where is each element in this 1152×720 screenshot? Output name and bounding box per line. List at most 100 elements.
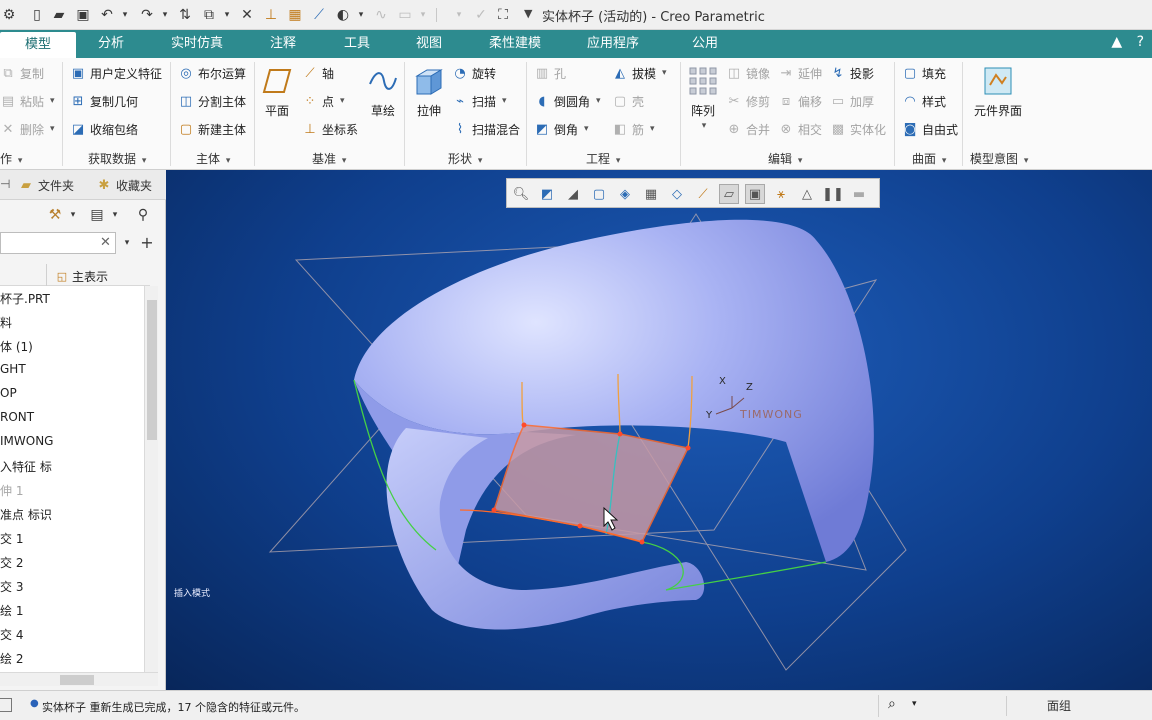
group-shapes-label[interactable]: 形状 ▾ [448, 150, 482, 167]
clear-search-icon[interactable]: ✕ [100, 235, 111, 250]
close-window-icon[interactable]: ✕ [238, 6, 256, 24]
tree-item[interactable]: 杯子.PRT [0, 290, 50, 307]
tree-item[interactable]: 体 (1) [0, 338, 33, 355]
tab-model-tree[interactable]: ⊣ [0, 177, 10, 191]
rib-button[interactable]: ◧ 筋 ▾ [612, 119, 655, 139]
help-icon[interactable]: ? [1137, 34, 1144, 50]
saved-orientations-icon[interactable]: ◈ [615, 184, 635, 204]
selected-surface[interactable] [493, 424, 690, 543]
extrude-button[interactable]: 拉伸 [412, 64, 446, 119]
tree-item[interactable]: 交 3 [0, 578, 23, 595]
chamfer-button[interactable]: ◩ 倒角 ▾ [534, 119, 589, 139]
tree-item[interactable]: 料 [0, 314, 12, 331]
shell-button[interactable]: ▢ 壳 [612, 91, 644, 111]
draft-button[interactable]: ◭ 拔模 ▾ [612, 63, 667, 83]
settings-icon[interactable]: ⚒ [46, 206, 64, 224]
graphics-viewport[interactable]: X Z Y TIMWONG 插入模式 🔍︎ ◩ ◢ ▢ ◈ ▦ ◇ ⟋ ▱ ▣ … [166, 170, 1152, 690]
open-folder-icon[interactable]: ▰ [50, 6, 68, 24]
group-body-label[interactable]: 主体 ▾ [196, 150, 230, 167]
datum-plane-icon[interactable]: ▦ [286, 6, 304, 24]
extend-button[interactable]: ⇥ 延伸 [778, 63, 822, 83]
round-button[interactable]: ◖ 倒圆角 ▾ [534, 91, 601, 111]
group-model-intent-label[interactable]: 模型意图 ▾ [970, 150, 1028, 167]
show-icon[interactable]: ▤ [88, 206, 106, 224]
collapse-ribbon-icon[interactable]: ▲ [1111, 34, 1122, 50]
regenerate-icon[interactable]: ⇅ [176, 6, 194, 24]
swept-blend-button[interactable]: ⌇ 扫描混合 [452, 119, 520, 139]
tree-vertical-scrollbar[interactable] [144, 286, 158, 672]
refit-icon[interactable]: 🔍︎ [511, 184, 531, 204]
tab-applications[interactable]: 应用程序 [576, 30, 650, 58]
appearance-dropdown-icon[interactable]: ▾ [352, 6, 370, 24]
group-surfaces-label[interactable]: 曲面 ▾ [912, 150, 946, 167]
group-editing-label[interactable]: 编辑 ▾ [768, 150, 802, 167]
copy-geometry-button[interactable]: ⊞ 复制几何 [70, 91, 138, 111]
group-datum-label[interactable]: 基准 ▾ [312, 150, 346, 167]
fill-button[interactable]: ▢ 填充 [902, 63, 946, 83]
tree-item[interactable]: 交 4 [0, 626, 23, 643]
boolean-button[interactable]: ◎ 布尔运算 [178, 63, 246, 83]
redo-dropdown-icon[interactable]: ▾ [156, 6, 174, 24]
selection-filter-dropdown[interactable]: 面组 [1006, 696, 1152, 716]
zoom-in-icon[interactable]: ◩ [537, 184, 557, 204]
tab-favorites[interactable]: ✱ 收藏夹 [96, 177, 152, 194]
split-body-button[interactable]: ◫ 分割主体 [178, 91, 246, 111]
spin-center-icon[interactable]: ▬ [849, 184, 869, 204]
scrollbar-thumb[interactable] [147, 300, 157, 440]
axis-display-icon[interactable]: ▣ [745, 184, 765, 204]
axis-icon[interactable]: ⟋ [310, 6, 328, 24]
column-separator[interactable] [46, 264, 47, 286]
csys-button[interactable]: ⊥ 坐标系 [302, 119, 358, 139]
project-button[interactable]: ↯ 投影 [830, 63, 874, 83]
tree-item[interactable]: 绘 2 [0, 650, 23, 667]
tab-view[interactable]: 视图 [402, 30, 456, 58]
style-button[interactable]: ◠ 样式 [902, 91, 946, 111]
plane-display-icon[interactable]: ▱ [719, 184, 739, 204]
plane-button[interactable]: 平面 [260, 64, 294, 119]
windows-dropdown-icon[interactable]: ▾ [218, 6, 236, 24]
datum-display-filter-icon[interactable]: ⟋ [693, 184, 713, 204]
point-display-icon[interactable]: ⚹ [771, 184, 791, 204]
save-icon[interactable]: ▣ [74, 6, 92, 24]
scrollbar-thumb[interactable] [60, 675, 94, 685]
show-dropdown-icon[interactable]: ▾ [106, 206, 124, 224]
selection-filter-icon[interactable]: ⛶ [494, 6, 512, 24]
tree-item[interactable]: 伸 1 [0, 482, 23, 499]
tree-search-input[interactable] [0, 232, 116, 254]
tab-analysis[interactable]: 分析 [84, 30, 138, 58]
sketch-button[interactable]: 草绘 [366, 64, 400, 119]
paste-button[interactable]: ▤ 粘贴 ▾ [0, 91, 55, 111]
find-icon[interactable]: ⌕ [888, 696, 896, 712]
offset-button[interactable]: ⧈ 偏移 [778, 91, 822, 111]
component-interface-button[interactable]: 元件界面 [974, 64, 1022, 119]
pattern-button[interactable]: 阵列 ▾ [686, 64, 720, 131]
udf-button[interactable]: ▣ 用户定义特征 [70, 63, 162, 83]
tree-item[interactable]: OP [0, 386, 17, 400]
settings-dropdown-icon[interactable]: ▾ [64, 206, 82, 224]
sweep-button[interactable]: ⌁ 扫描 ▾ [452, 91, 506, 111]
csys-name-label[interactable]: TIMWONG [740, 408, 803, 421]
tree-item[interactable]: IMWONG [0, 434, 53, 448]
add-icon[interactable]: + [138, 233, 156, 252]
model-canvas[interactable] [166, 170, 1152, 690]
annotation-display-icon[interactable]: △ [797, 184, 817, 204]
merge-button[interactable]: ⊕ 合并 [726, 119, 770, 139]
intersect-button[interactable]: ⊗ 相交 [778, 119, 822, 139]
new-file-icon[interactable]: ▯ [28, 6, 46, 24]
shrinkwrap-button[interactable]: ◪ 收缩包络 [70, 119, 138, 139]
hole-button[interactable]: ▥ 孔 [534, 63, 566, 83]
mirror-button[interactable]: ◫ 镜像 [726, 63, 770, 83]
tree-item[interactable]: 交 1 [0, 530, 23, 547]
new-body-button[interactable]: ▢ 新建主体 [178, 119, 246, 139]
tree-item[interactable]: RONT [0, 410, 34, 424]
csys-tool-icon[interactable]: ⊥ [262, 6, 280, 24]
redo-icon[interactable]: ↷ [138, 6, 156, 24]
customize-toolbar-icon[interactable]: ▼ [524, 7, 532, 20]
tree-item[interactable]: 准点 标识 [0, 506, 52, 523]
trim-button[interactable]: ✂ 修剪 [726, 91, 770, 111]
view-manager-icon[interactable]: ▦ [641, 184, 661, 204]
windows-icon[interactable]: ⧉ [200, 6, 218, 24]
appearance-icon[interactable]: ◐ [334, 6, 352, 24]
freestyle-button[interactable]: ◙ 自由式 [902, 119, 958, 139]
display-style-icon[interactable]: ◇ [667, 184, 687, 204]
